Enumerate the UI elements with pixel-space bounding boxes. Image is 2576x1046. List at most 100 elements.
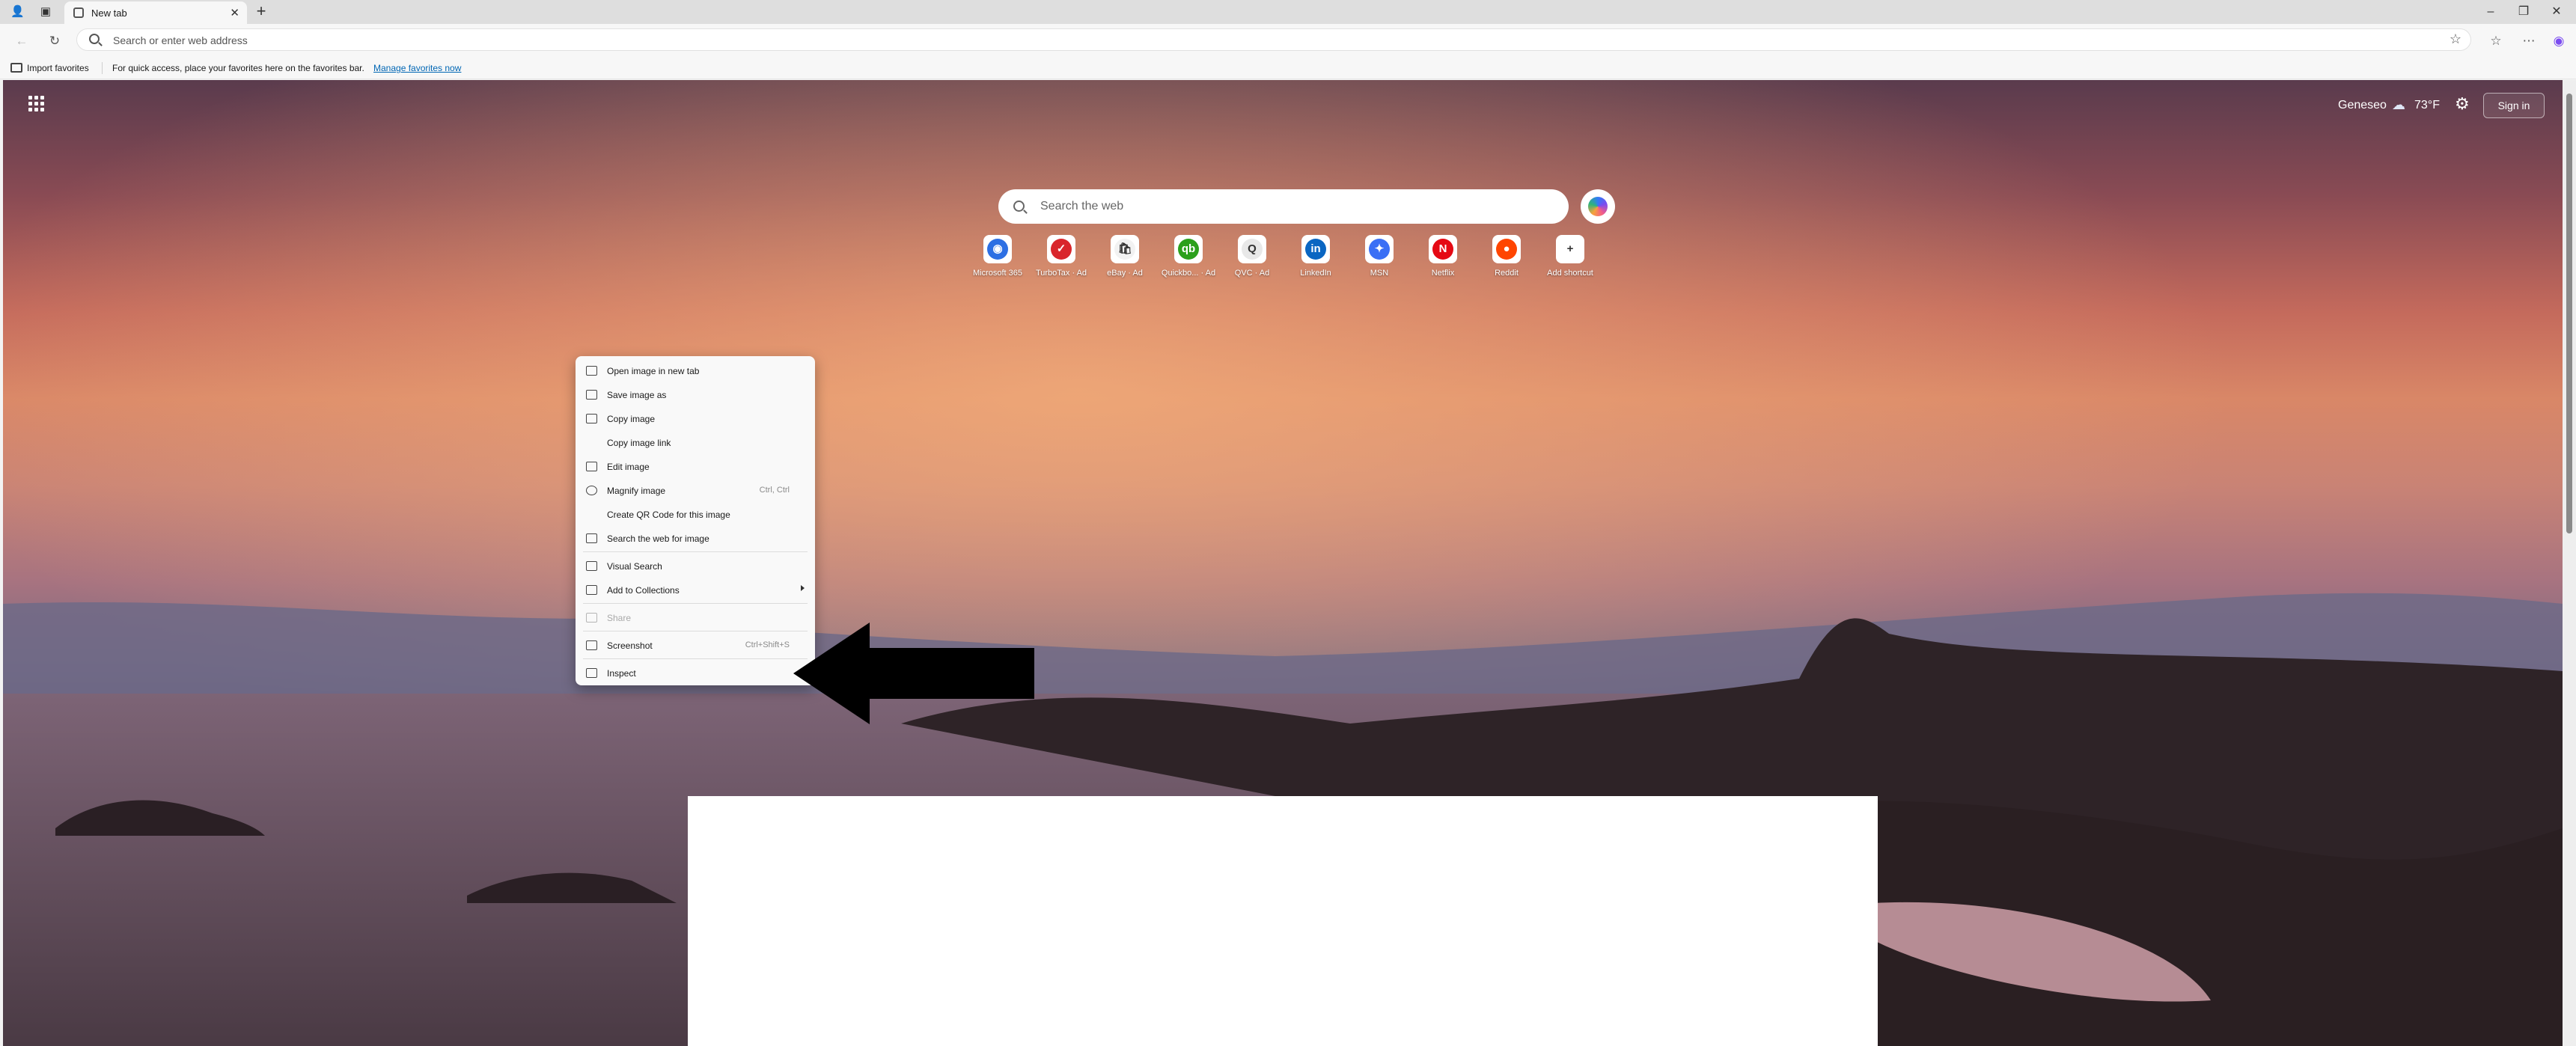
menu-item-inspect[interactable]: Inspect [576,662,815,685]
quick-link-label: Reddit [1495,269,1519,278]
quick-link-tile[interactable]: + [1556,235,1584,263]
refresh-icon[interactable]: ↻ [46,33,63,49]
quick-link[interactable]: ✦ MSN [1347,235,1411,280]
workspaces-icon[interactable]: ▣ [39,5,52,19]
open-tab-icon [586,366,597,376]
magnify-icon [586,486,597,495]
search-placeholder: Search the web [1040,200,1124,212]
menu-divider [583,603,808,604]
menu-item-add-to-collections[interactable]: Add to Collections [576,579,815,602]
menu-item-search-web-for-image[interactable]: Search the web for image [576,527,815,550]
quick-link-tile[interactable]: qb [1174,235,1203,263]
news-feed-card [688,796,1878,1046]
quick-link[interactable]: ◉ Microsoft 365 [965,235,1030,280]
quick-link-icon: ✦ [1369,239,1390,260]
menu-item-copy-image[interactable]: Copy image [576,408,815,430]
sign-in-button[interactable]: Sign in [2483,93,2545,118]
visual-search-icon [586,561,597,571]
menu-item-visual-search[interactable]: Visual Search [576,555,815,578]
folder-icon [10,63,22,73]
quick-link-icon: N [1432,239,1453,260]
weather-location[interactable]: Geneseo [2338,99,2387,112]
quick-link-icon: qb [1178,239,1199,260]
quick-link[interactable]: + Add shortcut [1538,235,1602,280]
web-search-box[interactable]: Search the web [998,189,1569,224]
quick-link-tile[interactable]: 🛍 [1111,235,1139,263]
favorites-hint: For quick access, place your favorites h… [112,63,364,73]
menu-item-share: Share [576,607,815,629]
quick-link[interactable]: Q QVC · Ad [1220,235,1284,280]
quick-link-icon: + [1560,239,1581,260]
address-placeholder: Search or enter web address [113,34,248,46]
quick-link[interactable]: 🛍 eBay · Ad [1093,235,1157,280]
menu-item-screenshot[interactable]: Screenshot Ctrl+Shift+S [576,634,815,657]
quick-link[interactable]: ✓ TurboTax · Ad [1029,235,1093,280]
quick-link[interactable]: in LinkedIn [1284,235,1348,280]
quick-link-icon: in [1305,239,1326,260]
favorites-icon[interactable]: ☆ [2488,33,2504,49]
quick-link[interactable]: qb Quickbo... · Ad [1156,235,1221,280]
quick-link-tile[interactable]: ✓ [1047,235,1075,263]
edit-icon [586,462,597,471]
copilot-sidebar-icon[interactable]: ◉ [2551,33,2567,49]
quick-link-label: Netflix [1431,269,1455,278]
address-search-icon [89,34,100,44]
minimize-icon[interactable]: – [2482,4,2500,19]
quick-link-label: MSN [1370,269,1389,278]
quick-link-label: Quickbo... · Ad [1161,269,1216,278]
menu-divider [583,658,808,659]
quick-link-label: Microsoft 365 [972,269,1023,278]
quick-link-label: eBay · Ad [1107,269,1143,278]
annotation-arrow [793,623,1034,724]
page-scrollbar[interactable] [2563,80,2576,1046]
submenu-arrow-icon [801,585,805,591]
profile-icon[interactable]: 👤 [10,5,25,19]
quick-link[interactable]: ● Reddit [1474,235,1539,280]
weather-temperature[interactable]: 73°F [2414,99,2440,112]
quick-link-icon: ◉ [987,239,1008,260]
copilot-button[interactable] [1581,189,1615,224]
menu-item-save-image-as[interactable]: Save image as [576,384,815,406]
quick-link-icon: ● [1496,239,1517,260]
new-tab-icon[interactable]: + [253,3,269,20]
quick-link-icon: 🛍 [1114,239,1135,260]
manage-favorites-link[interactable]: Manage favorites now [373,63,461,73]
quick-link-label: TurboTax · Ad [1035,269,1087,278]
menu-item-create-qr-code[interactable]: Create QR Code for this image [576,504,815,526]
app-launcher-icon[interactable] [28,96,45,112]
tab-new-tab[interactable]: New tab ✕ [64,1,247,24]
quick-link-tile[interactable]: Q [1238,235,1266,263]
back-icon[interactable]: ← [13,33,30,49]
quick-link[interactable]: N Netflix [1411,235,1475,280]
image-context-menu: Open image in new tab Save image as Copy… [576,356,815,685]
partly-cloudy-icon[interactable]: ☁ [2392,97,2405,113]
quick-link-tile[interactable]: in [1301,235,1330,263]
menu-item-magnify-image[interactable]: Magnify image Ctrl, Ctrl [576,480,815,502]
quick-link-icon: ✓ [1051,239,1072,260]
screenshot-icon [586,640,597,650]
add-favorite-icon[interactable]: ☆ [2450,31,2461,47]
favorites-divider [102,62,103,74]
page-settings-icon[interactable]: ⚙ [2455,96,2470,112]
menu-item-copy-image-link[interactable]: Copy image link [576,432,815,454]
window-close-icon[interactable]: ✕ [2548,4,2566,19]
restore-icon[interactable]: ❐ [2515,4,2533,19]
copilot-icon [1588,197,1608,216]
quick-link-tile[interactable]: ● [1492,235,1521,263]
address-bar[interactable]: Search or enter web address ☆ [76,28,2471,51]
share-icon [586,613,597,623]
scrollbar-thumb[interactable] [2566,94,2572,533]
tab-close-icon[interactable]: ✕ [230,6,239,19]
menu-item-open-image-new-tab[interactable]: Open image in new tab [576,360,815,382]
quick-link-tile[interactable]: ✦ [1365,235,1394,263]
quick-link-label: Add shortcut [1547,269,1593,278]
quick-link-tile[interactable]: ◉ [983,235,1012,263]
menu-item-edit-image[interactable]: Edit image [576,456,815,478]
quick-link-tile[interactable]: N [1429,235,1457,263]
import-favorites-button[interactable]: Import favorites [27,63,89,73]
more-menu-icon[interactable]: ⋯ [2521,33,2537,49]
quick-link-label: QVC · Ad [1234,269,1270,278]
collections-icon [586,585,597,595]
quick-link-label: LinkedIn [1300,269,1331,278]
menu-divider [583,551,808,552]
